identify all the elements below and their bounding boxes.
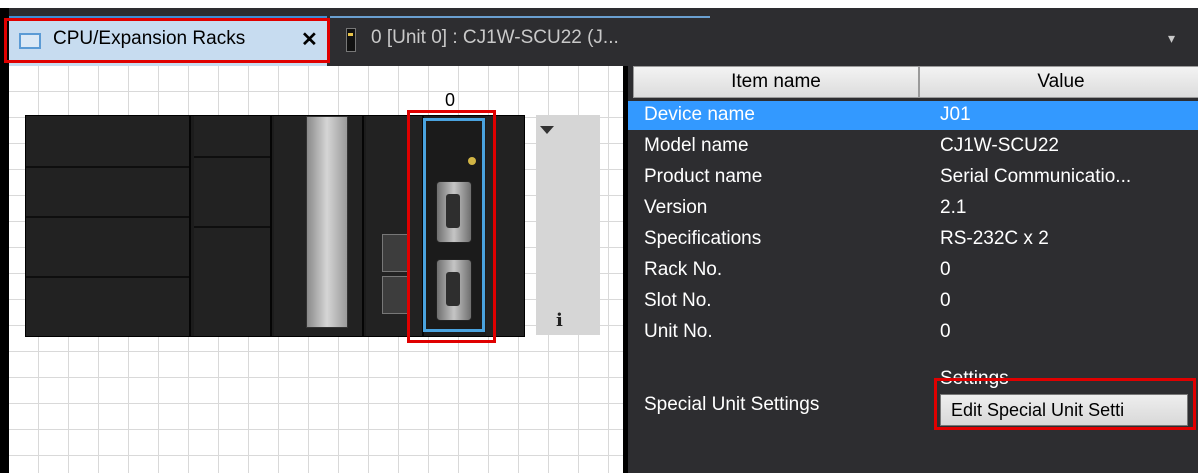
ethernet-port-icon [382,234,410,272]
property-row[interactable]: Version 2.1 [628,194,1198,223]
property-value: 0 [940,259,951,280]
tab-label: CPU/Expansion Racks [53,28,246,49]
edit-special-unit-settings-button[interactable]: Edit Special Unit Setti [940,394,1188,426]
property-name: Model name [644,135,749,156]
rack-module-end-cover[interactable] [26,116,191,336]
rack-module-power-supply[interactable] [194,116,272,336]
status-led-icon [468,157,476,165]
property-name: Slot No. [644,290,712,311]
property-name: Product name [644,166,763,187]
unit-icon [346,28,356,52]
tab-cpu-expansion-racks[interactable]: CPU/Expansion Racks ✕ [9,16,327,66]
property-row[interactable]: Product name Serial Communicatio... [628,163,1198,192]
property-value: CJ1W-SCU22 [940,135,1059,156]
rack-icon [19,33,41,49]
property-row[interactable]: Model name CJ1W-SCU22 [628,132,1198,161]
property-value: 0 [940,321,951,342]
rack-module-end [486,116,524,336]
left-border [0,66,9,473]
ethernet-port-icon [382,276,410,314]
slot-number-label: 0 [445,90,456,110]
serial-port-2-icon [436,259,472,321]
property-name: Rack No. [644,259,723,280]
property-value: 2.1 [940,197,967,218]
property-name: Special Unit Settings [644,394,820,415]
property-value: RS-232C x 2 [940,228,1049,249]
serial-unit-cj1w-scu22[interactable] [423,118,485,332]
property-value: J01 [940,104,971,125]
info-icon[interactable]: i [556,310,563,331]
cpu-label-plate [306,116,348,328]
property-row[interactable]: Device name J01 [628,101,1198,130]
property-row[interactable]: Unit No. 0 [628,318,1198,347]
property-value: Settings [940,368,1009,389]
property-value: 0 [940,290,951,311]
tab-unit-0[interactable]: 0 [Unit 0] : CJ1W-SCU22 (J... [330,16,710,66]
top-border [0,0,1198,8]
property-name: Device name [644,104,755,125]
rack-module-ports[interactable] [366,116,424,336]
properties-header: Item name Value [633,66,1198,98]
property-name: Specifications [644,228,762,249]
property-row[interactable]: Specifications RS-232C x 2 [628,225,1198,254]
property-name: Unit No. [644,321,713,342]
tab-label: 0 [Unit 0] : CJ1W-SCU22 (J... [371,27,619,48]
chevron-down-icon[interactable] [540,126,554,134]
app-window: CPU/Expansion Racks ✕ 0 [Unit 0] : CJ1W-… [0,0,1198,473]
property-name: Version [644,197,708,218]
property-value: Serial Communicatio... [940,166,1132,187]
column-header-item-name[interactable]: Item name [633,66,919,98]
property-row[interactable]: Rack No. 0 [628,256,1198,285]
rack-scroll-area [536,115,600,335]
serial-port-1-icon [436,181,472,243]
property-row[interactable]: Slot No. 0 [628,287,1198,316]
close-icon[interactable]: ✕ [301,27,318,52]
column-header-value[interactable]: Value [919,66,1198,98]
chevron-down-icon[interactable]: ▾ [1168,30,1175,47]
